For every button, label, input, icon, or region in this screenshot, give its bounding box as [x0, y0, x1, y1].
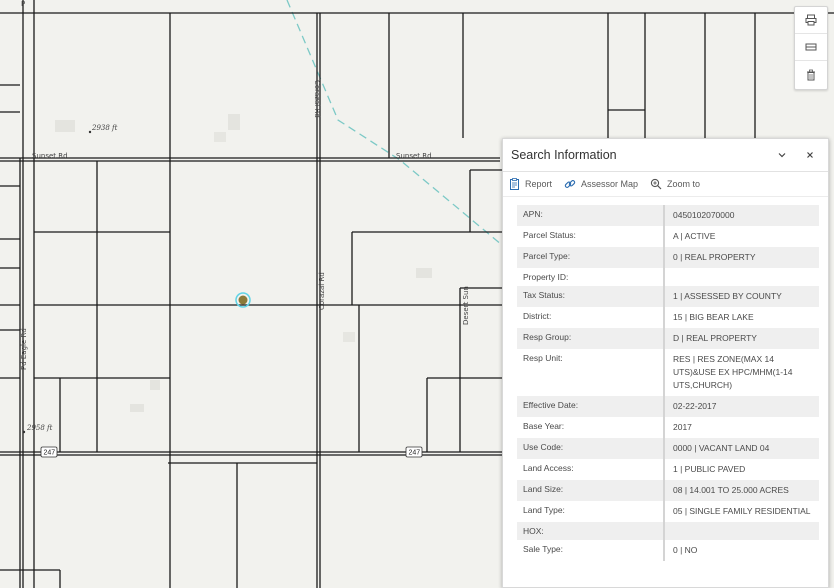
row-key: Land Access: — [517, 459, 665, 480]
row-value — [665, 268, 819, 286]
terrain-patch — [228, 114, 240, 130]
link-icon — [564, 180, 576, 188]
row-value: RES | RES ZONE(MAX 14 UTS)&USE EX HPC/MH… — [673, 354, 793, 390]
row-value: 08 | 14.001 TO 25.000 ACRES — [673, 485, 789, 495]
map-toolbar — [794, 6, 828, 90]
elevation-marker — [22, 430, 26, 434]
road-label-left-vertical: Pd Eagle Rd — [20, 328, 28, 370]
road-label-top-partial: P — [21, 0, 25, 8]
elevation-label-a: 2938 ft — [91, 124, 118, 132]
table-row: HOX: — [517, 522, 819, 540]
report-button[interactable]: Report — [509, 178, 552, 190]
row-value: 0 | REAL PROPERTY — [673, 252, 756, 262]
row-key: HOX: — [517, 522, 665, 540]
panel-actions: Report Assessor Map Zoom to — [503, 172, 828, 197]
table-row: Resp Unit: RES | RES ZONE(MAX 14 UTS)&USE… — [517, 349, 819, 396]
assessor-map-button[interactable]: Assessor Map — [564, 178, 638, 190]
zoom-to-label: Zoom to — [667, 179, 701, 189]
parcel-info-table: APN: 0450102070000 Parcel Status: A | ACTI… — [517, 205, 819, 561]
table-row: APN: 0450102070000 — [517, 205, 819, 226]
row-key: Effective Date: — [517, 396, 665, 417]
row-key: Tax Status: — [517, 286, 665, 307]
row-value: 1 | ASSESSED BY COUNTY — [673, 291, 782, 301]
table-row: District: 15 | BIG BEAR LAKE — [517, 307, 819, 328]
zoom-to-button[interactable]: Zoom to — [650, 178, 700, 190]
row-value: D | REAL PROPERTY — [673, 333, 757, 343]
layers-tool-button[interactable] — [795, 34, 827, 61]
table-row: Property ID: — [517, 268, 819, 286]
row-key: Resp Group: — [517, 328, 665, 349]
print-tool-button[interactable] — [795, 7, 827, 34]
clear-tool-button[interactable] — [795, 61, 827, 88]
row-value: 15 | BIG BEAR LAKE — [673, 312, 754, 322]
row-key: Land Type: — [517, 501, 665, 522]
road-label-desert-sun: Desert Sun — [462, 286, 470, 325]
road-label-corazal-lower: Corazal Rd — [318, 272, 326, 310]
report-label: Report — [525, 179, 553, 189]
chevron-down-icon — [778, 153, 786, 158]
elevation-label-b: 2958 ft — [26, 424, 53, 432]
row-value — [665, 522, 819, 540]
assessor-map-label: Assessor Map — [581, 179, 639, 189]
terrain-patch — [150, 380, 160, 390]
row-key: District: — [517, 307, 665, 328]
table-row: Base Year: 2017 — [517, 417, 819, 438]
table-row: Land Type: 05 | SINGLE FAMILY RESIDENTIAL — [517, 501, 819, 522]
road-label-sunset-right: Sunset Rd — [396, 152, 432, 160]
table-row: Sale Type: 0 | NO — [517, 540, 819, 561]
elevation-marker — [88, 130, 92, 134]
row-value: 0000 | VACANT LAND 04 — [673, 443, 770, 453]
terrain-patch — [343, 332, 355, 342]
row-value: 02-22-2017 — [673, 401, 717, 411]
zoom-icon — [650, 178, 662, 190]
row-key: Parcel Status: — [517, 226, 665, 247]
road-label-corazal: Corazal Rd — [313, 80, 321, 118]
table-row: Land Access: 1 | PUBLIC PAVED — [517, 459, 819, 480]
row-key: Base Year: — [517, 417, 665, 438]
row-key: Parcel Type: — [517, 247, 665, 268]
report-icon — [510, 178, 519, 190]
row-value: 0 | NO — [673, 545, 698, 555]
row-value: 2017 — [673, 422, 692, 432]
row-key: Resp Unit: — [517, 349, 665, 396]
row-key: Land Size: — [517, 480, 665, 501]
layers-icon — [805, 43, 817, 51]
row-key: APN: — [517, 205, 665, 226]
table-row: Parcel Type: 0 | REAL PROPERTY — [517, 247, 819, 268]
table-row: Resp Group: D | REAL PROPERTY — [517, 328, 819, 349]
terrain-patch — [416, 268, 432, 278]
row-value: A | ACTIVE — [673, 231, 716, 241]
close-icon — [807, 152, 813, 158]
row-key: Property ID: — [517, 268, 665, 286]
trash-icon — [807, 69, 815, 80]
row-value: 05 | SINGLE FAMILY RESIDENTIAL — [673, 506, 811, 516]
row-value: 1 | PUBLIC PAVED — [673, 464, 746, 474]
close-button[interactable] — [800, 145, 820, 165]
highway-shield-right-label: 247 — [409, 450, 421, 457]
row-key: Sale Type: — [517, 540, 665, 561]
terrain-patch — [55, 120, 75, 132]
road-label-sunset-left: Sunset Rd — [32, 152, 68, 160]
table-row: Land Size: 08 | 14.001 TO 25.000 ACRES — [517, 480, 819, 501]
table-row: Use Code: 0000 | VACANT LAND 04 — [517, 438, 819, 459]
collapse-button[interactable] — [772, 145, 792, 165]
row-key: Use Code: — [517, 438, 665, 459]
row-value: 0450102070000 — [673, 210, 735, 220]
highway-shield-left-label: 247 — [44, 450, 56, 457]
terrain-patch — [130, 404, 144, 412]
terrain-patch — [214, 132, 226, 142]
panel-title: Search Information — [511, 148, 617, 162]
search-information-panel: Search Information Report Assessor Map Z… — [502, 138, 829, 588]
table-row: Tax Status: 1 | ASSESSED BY COUNTY — [517, 286, 819, 307]
table-row: Parcel Status: A | ACTIVE — [517, 226, 819, 247]
table-row: Effective Date: 02-22-2017 — [517, 396, 819, 417]
panel-header: Search Information — [503, 139, 828, 172]
printer-icon — [805, 14, 817, 26]
location-marker[interactable] — [238, 295, 248, 305]
